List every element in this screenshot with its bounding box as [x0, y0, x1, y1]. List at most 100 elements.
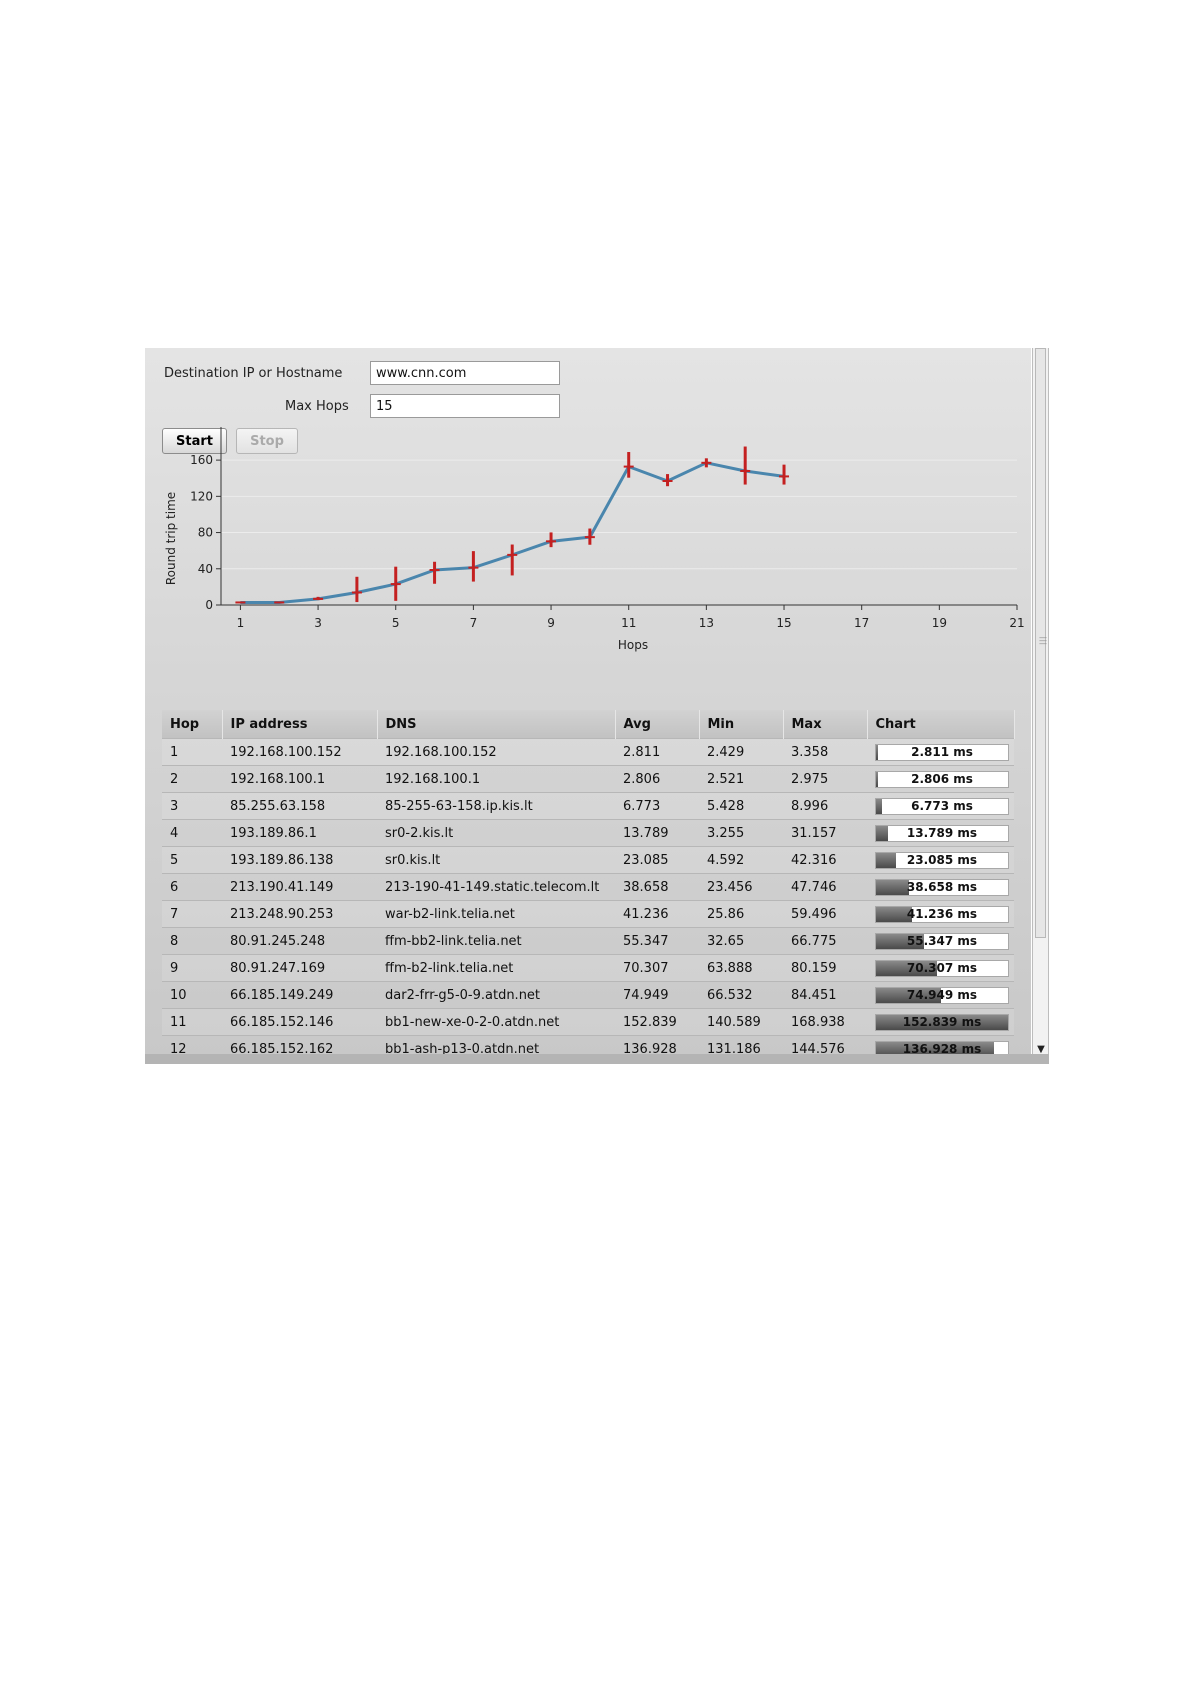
avg-cell: 38.658 — [615, 873, 699, 901]
max-cell: 3.358 — [783, 738, 867, 766]
table-row: 8 80.91.245.248 ffm-bb2-link.telia.net 55.3… — [162, 927, 1014, 955]
x-axis-label: Hops — [618, 638, 648, 652]
table-header-row: Hop IP address DNS Avg Min Max Chart — [162, 710, 1015, 739]
ip-address-cell: 80.91.247.169 — [222, 954, 377, 982]
avg-cell: 13.789 — [615, 819, 699, 847]
ip-address-cell: 192.168.100.152 — [222, 738, 377, 766]
hop-cell: 4 — [162, 819, 222, 847]
traceroute-panel: Destination IP or Hostname Max Hops Star… — [145, 348, 1031, 1064]
x-tick-label: 1 — [237, 616, 245, 630]
chart-cell: 2.811 ms — [867, 738, 1014, 766]
max-cell: 59.496 — [783, 900, 867, 928]
hop-cell: 9 — [162, 954, 222, 982]
table-row: 10 66.185.149.249 dar2-frr-g5-0-9.atdn.net… — [162, 981, 1014, 1009]
rtt-bar-label: 2.806 ms — [911, 771, 973, 786]
min-cell: 140.589 — [699, 1008, 783, 1036]
rtt-bar: 55.347 ms — [875, 932, 1009, 950]
avg-cell: 41.236 — [615, 900, 699, 928]
avg-cell: 70.307 — [615, 954, 699, 982]
column-header-max[interactable]: Max — [783, 710, 868, 739]
hop-cell: 10 — [162, 981, 222, 1009]
ip-address-cell: 213.248.90.253 — [222, 900, 377, 928]
rtt-bar: 70.307 ms — [875, 959, 1009, 977]
column-header-ip-address[interactable]: IP address — [222, 710, 378, 739]
max-cell: 8.996 — [783, 792, 867, 820]
ip-address-cell: 85.255.63.158 — [222, 792, 377, 820]
rtt-bar-label: 23.085 ms — [906, 852, 978, 867]
column-header-chart[interactable]: Chart — [867, 710, 1015, 739]
min-cell: 63.888 — [699, 954, 783, 982]
rtt-bar: 38.658 ms — [875, 878, 1009, 896]
chart-cell: 2.806 ms — [867, 765, 1014, 793]
rtt-bar: 2.811 ms — [875, 743, 1009, 761]
x-tick-label: 17 — [854, 616, 869, 630]
min-cell: 2.429 — [699, 738, 783, 766]
chart-cell: 23.085 ms — [867, 846, 1014, 874]
min-cell: 25.86 — [699, 900, 783, 928]
column-header-hop[interactable]: Hop — [162, 710, 223, 739]
chart-cell: 70.307 ms — [867, 954, 1014, 982]
y-tick-label: 120 — [190, 489, 213, 503]
max-cell: 168.938 — [783, 1008, 867, 1036]
x-tick-label: 9 — [547, 616, 555, 630]
ip-address-cell: 193.189.86.138 — [222, 846, 377, 874]
min-cell: 66.532 — [699, 981, 783, 1009]
x-tick-label: 5 — [392, 616, 400, 630]
dns-cell: sr0.kis.lt — [377, 846, 615, 874]
max-cell: 2.975 — [783, 765, 867, 793]
hop-cell: 7 — [162, 900, 222, 928]
avg-cell: 55.347 — [615, 927, 699, 955]
max-cell: 47.746 — [783, 873, 867, 901]
avg-cell: 2.811 — [615, 738, 699, 766]
column-header-min[interactable]: Min — [699, 710, 784, 739]
rtt-bar: 74.949 ms — [875, 986, 1009, 1004]
dns-cell: war-b2-link.telia.net — [377, 900, 615, 928]
chart-cell: 13.789 ms — [867, 819, 1014, 847]
avg-cell: 152.839 — [615, 1008, 699, 1036]
hop-cell: 5 — [162, 846, 222, 874]
avg-cell: 23.085 — [615, 846, 699, 874]
rtt-bar-label: 152.839 ms — [902, 1014, 982, 1029]
rtt-bar-label: 70.307 ms — [906, 960, 978, 975]
scroll-thumb[interactable]: — — — — [1035, 348, 1047, 938]
min-cell: 5.428 — [699, 792, 783, 820]
rtt-bar-label: 38.658 ms — [906, 879, 978, 894]
table-row: 6 213.190.41.149 213-190-41-149.static.tel… — [162, 873, 1014, 901]
y-tick-label: 40 — [198, 562, 213, 576]
max-cell: 66.775 — [783, 927, 867, 955]
dns-cell: 85-255-63-158.ip.kis.lt — [377, 792, 615, 820]
dns-cell: 192.168.100.152 — [377, 738, 615, 766]
x-tick-label: 15 — [776, 616, 791, 630]
table-row: 9 80.91.247.169 ffm-b2-link.telia.net 70.30… — [162, 954, 1014, 982]
ip-address-cell: 192.168.100.1 — [222, 765, 377, 793]
y-axis-label: Round trip time — [164, 492, 178, 585]
x-tick-label: 13 — [699, 616, 714, 630]
hops-table: Hop IP address DNS Avg Min Max Chart 1 19… — [162, 710, 1015, 1062]
table-row: 11 66.185.152.146 bb1-new-xe-0-2-0.atdn.ne… — [162, 1008, 1014, 1036]
avg-cell: 2.806 — [615, 765, 699, 793]
dns-cell: ffm-b2-link.telia.net — [377, 954, 615, 982]
rtt-bar: 23.085 ms — [875, 851, 1009, 869]
column-header-avg[interactable]: Avg — [615, 710, 700, 739]
bottom-edge — [145, 1054, 1049, 1064]
table-row: 4 193.189.86.1 sr0-2.kis.lt 13.789 3.255 31.1… — [162, 819, 1014, 847]
min-cell: 32.65 — [699, 927, 783, 955]
rtt-bar-label: 55.347 ms — [906, 933, 978, 948]
rtt-bar-label: 74.949 ms — [906, 987, 978, 1002]
round-trip-time-chart: 040801201601 3 5 7 9 11 13 15 17 19 21HopsRound tr… — [164, 427, 1025, 652]
dns-cell: 192.168.100.1 — [377, 765, 615, 793]
y-tick-label: 160 — [190, 453, 213, 467]
max-cell: 80.159 — [783, 954, 867, 982]
rtt-bar: 41.236 ms — [875, 905, 1009, 923]
rtt-bar: 13.789 ms — [875, 824, 1009, 842]
column-header-dns[interactable]: DNS — [377, 710, 616, 739]
min-cell: 3.255 — [699, 819, 783, 847]
min-cell: 23.456 — [699, 873, 783, 901]
x-tick-label: 11 — [621, 616, 636, 630]
rtt-bar: 2.806 ms — [875, 770, 1009, 788]
vertical-scrollbar[interactable]: — — — ▼ — [1032, 348, 1049, 1064]
x-tick-label: 21 — [1009, 616, 1024, 630]
chart-cell: 74.949 ms — [867, 981, 1014, 1009]
chart-cell: 6.773 ms — [867, 792, 1014, 820]
chart-cell: 55.347 ms — [867, 927, 1014, 955]
